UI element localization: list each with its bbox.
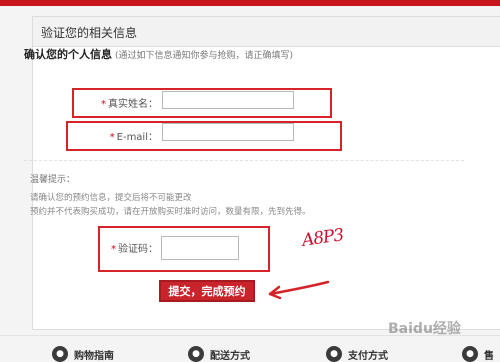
required-mark: *: [109, 132, 115, 143]
after-sales-icon: ●: [462, 346, 478, 362]
captcha-label-text: 验证码：: [118, 244, 158, 255]
footer-after-sales[interactable]: ● 售: [462, 346, 494, 362]
required-mark: *: [111, 244, 116, 255]
footer-item-label: 配送方式: [210, 350, 250, 362]
footer-shopping-guide[interactable]: ● 购物指南: [52, 346, 114, 362]
real-name-input[interactable]: [162, 91, 294, 109]
footer-delivery[interactable]: ● 配送方式: [188, 346, 250, 362]
captcha-input[interactable]: [161, 236, 239, 260]
footer-item-label: 支付方式: [348, 350, 388, 362]
delivery-icon: ●: [188, 346, 204, 362]
captcha-label: * 验证码：: [100, 240, 158, 255]
footer-help-bar: ● 购物指南 ● 配送方式 ● 支付方式 ● 售: [0, 335, 500, 362]
tips-title: 温馨提示：: [30, 175, 76, 185]
shopping-guide-icon: ●: [52, 346, 68, 362]
required-mark: *: [101, 99, 106, 110]
annotation-arrow-icon: [268, 280, 330, 300]
panel-title: 验证您的相关信息: [41, 26, 138, 40]
footer-item-label: 售: [484, 350, 494, 362]
top-brand-bar: [0, 0, 500, 6]
section-hint: (通过如下信息通知你参与抢购，请正确填写): [115, 51, 294, 61]
footer-item-label: 购物指南: [74, 350, 114, 362]
name-label: * 真实姓名：: [80, 95, 158, 110]
tip-line: 预约并不代表购买成功，请在开放购买时准时访问，数量有限，先到先得。: [30, 207, 311, 217]
tip-line: 请确认您的预约信息，提交后将不可能更改: [30, 193, 192, 203]
email-label-text: E-mail：: [116, 132, 158, 143]
footer-payment[interactable]: ● 支付方式: [326, 346, 388, 362]
watermark: Baidu经验: [388, 321, 461, 337]
panel-header: 验证您的相关信息: [33, 17, 500, 47]
section-title: 确认您的个人信息 (通过如下信息通知你参与抢购，请正确填写): [24, 46, 293, 62]
name-label-text: 真实姓名：: [108, 99, 158, 110]
section-title-text: 确认您的个人信息: [24, 48, 112, 61]
submit-reservation-button[interactable]: 提交，完成预约: [159, 280, 255, 302]
section-divider: [24, 160, 464, 161]
payment-icon: ●: [326, 346, 342, 362]
email-label: * E-mail：: [80, 128, 158, 143]
email-input[interactable]: [162, 123, 294, 141]
